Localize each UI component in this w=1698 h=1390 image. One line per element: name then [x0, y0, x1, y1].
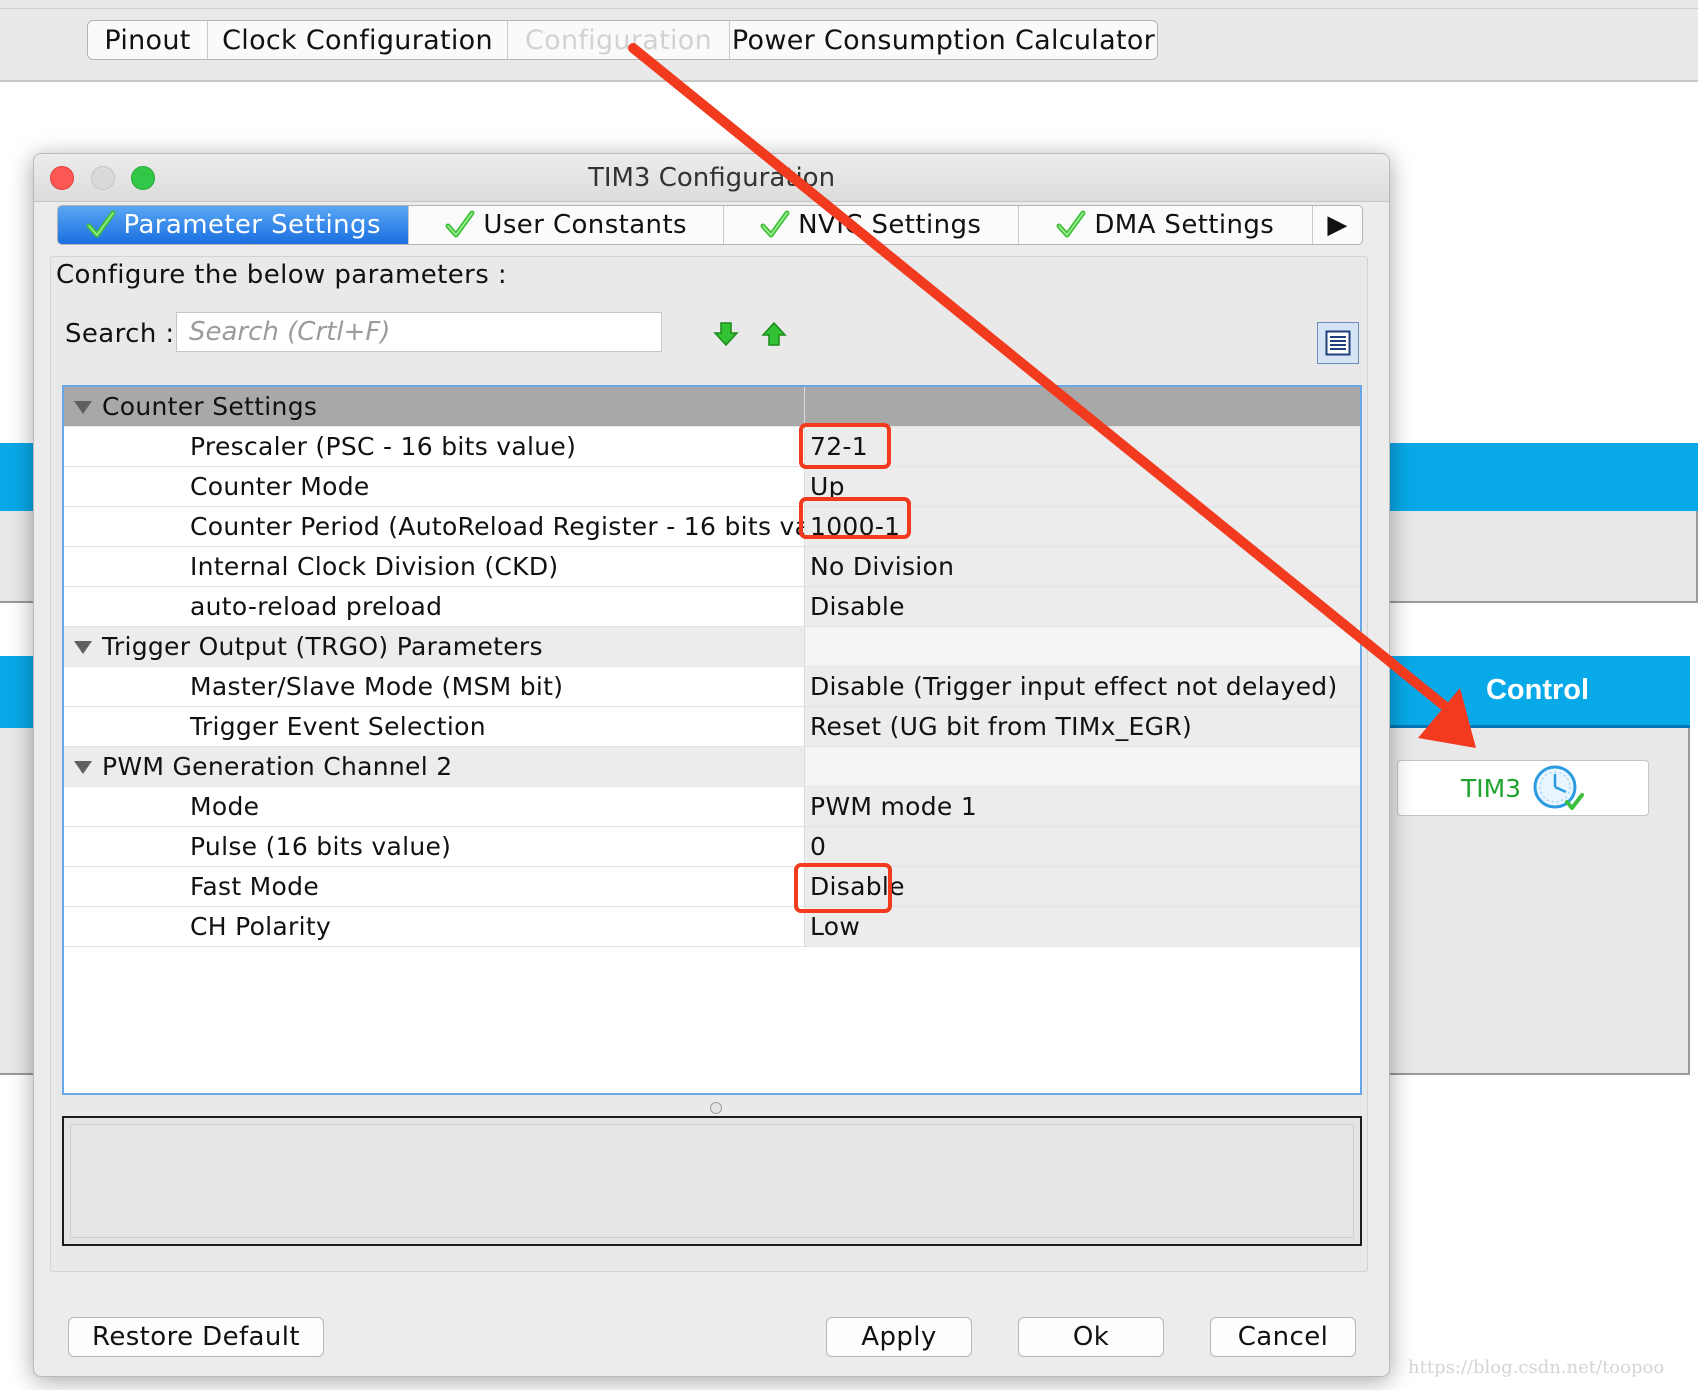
- group-row-counter-settings[interactable]: Counter Settings: [64, 387, 1360, 427]
- group-label: PWM Generation Channel 2: [102, 752, 453, 781]
- table-row[interactable]: Master/Slave Mode (MSM bit) Disable (Tri…: [64, 667, 1360, 707]
- param-value[interactable]: Disable (Trigger input effect not delaye…: [805, 667, 1360, 707]
- tab-label: NVIC Settings: [798, 210, 982, 240]
- control-panel: TIM3: [1385, 728, 1690, 1075]
- param-value[interactable]: PWM mode 1: [805, 787, 1360, 827]
- group-label: Counter Settings: [102, 392, 318, 421]
- table-row[interactable]: Trigger Event Selection Reset (UG bit fr…: [64, 707, 1360, 747]
- tab-pinout[interactable]: Pinout: [88, 21, 208, 59]
- splitter-handle[interactable]: [710, 1102, 722, 1114]
- tab-label: DMA Settings: [1094, 210, 1275, 240]
- parameter-table: Counter Settings Prescaler (PSC - 16 bit…: [62, 385, 1362, 1095]
- group-label: Trigger Output (TRGO) Parameters: [102, 632, 543, 661]
- table-row[interactable]: CH Polarity Low: [64, 907, 1360, 947]
- dialog-title: TIM3 Configuration: [587, 163, 836, 193]
- cancel-button[interactable]: Cancel: [1210, 1317, 1356, 1357]
- arrow-down-green-icon[interactable]: [712, 320, 740, 348]
- app-toolbar: Pinout Clock Configuration Configuration…: [0, 0, 1698, 82]
- check-icon: [445, 210, 475, 238]
- apply-button[interactable]: Apply: [826, 1317, 972, 1357]
- clock-icon: [1533, 765, 1585, 810]
- param-name: auto-reload preload: [64, 587, 805, 627]
- param-name: Pulse (16 bits value): [64, 827, 805, 867]
- background-panel-header: [1385, 443, 1698, 511]
- instruction-label: Configure the below parameters :: [56, 260, 508, 290]
- arrow-up-green-icon[interactable]: [760, 320, 788, 348]
- background-panel-body: [1385, 511, 1698, 603]
- param-name: Prescaler (PSC - 16 bits value): [64, 427, 805, 467]
- param-name: Mode: [64, 787, 805, 827]
- main-tab-bar: Pinout Clock Configuration Configuration…: [87, 20, 1158, 60]
- param-value[interactable]: Reset (UG bit from TIMx_EGR): [805, 707, 1360, 747]
- search-label: Search :: [65, 319, 175, 349]
- table-row[interactable]: Mode PWM mode 1: [64, 787, 1360, 827]
- table-row[interactable]: Internal Clock Division (CKD) No Divisio…: [64, 547, 1360, 587]
- list-view-icon: [1325, 330, 1351, 356]
- param-value[interactable]: Disable: [805, 587, 1360, 627]
- check-icon: [760, 210, 790, 238]
- ok-button[interactable]: Ok: [1018, 1317, 1164, 1357]
- table-row[interactable]: Counter Period (AutoReload Register - 16…: [64, 507, 1360, 547]
- param-name: Internal Clock Division (CKD): [64, 547, 805, 587]
- tab-configuration[interactable]: Configuration: [508, 21, 730, 59]
- restore-default-button[interactable]: Restore Default: [68, 1317, 324, 1357]
- tim3-configuration-dialog: TIM3 Configuration Parameter Settings Us…: [33, 153, 1390, 1377]
- tab-power-consumption-calculator[interactable]: Power Consumption Calculator: [730, 21, 1157, 59]
- table-row[interactable]: auto-reload preload Disable: [64, 587, 1360, 627]
- param-value[interactable]: Up: [805, 467, 1360, 507]
- param-value[interactable]: 72-1: [805, 427, 1360, 467]
- description-panel: [62, 1116, 1362, 1246]
- collapse-triangle-icon[interactable]: [74, 401, 92, 414]
- tim3-label: TIM3: [1460, 773, 1522, 803]
- param-name: CH Polarity: [64, 907, 805, 947]
- table-row[interactable]: Prescaler (PSC - 16 bits value) 72-1: [64, 427, 1360, 467]
- check-icon: [1056, 210, 1086, 238]
- tab-clock-configuration[interactable]: Clock Configuration: [208, 21, 508, 59]
- dialog-titlebar: TIM3 Configuration: [34, 154, 1389, 202]
- settings-tab-bar: Parameter Settings User Constants NVIC S…: [57, 205, 1363, 245]
- param-name: Master/Slave Mode (MSM bit): [64, 667, 805, 707]
- search-input[interactable]: [176, 312, 662, 352]
- check-icon: [86, 210, 116, 238]
- table-row[interactable]: Counter Mode Up: [64, 467, 1360, 507]
- collapse-triangle-icon[interactable]: [74, 761, 92, 774]
- group-row-pwm-generation-channel-2[interactable]: PWM Generation Channel 2: [64, 747, 1360, 787]
- param-name: Trigger Event Selection: [64, 707, 805, 747]
- group-row-trigger-output[interactable]: Trigger Output (TRGO) Parameters: [64, 627, 1360, 667]
- tab-label: Parameter Settings: [123, 210, 381, 240]
- collapse-triangle-icon[interactable]: [74, 641, 92, 654]
- param-value[interactable]: No Division: [805, 547, 1360, 587]
- watermark: https://blog.csdn.net/toopoo: [1408, 1357, 1665, 1378]
- more-tabs-arrow-icon[interactable]: ▶: [1313, 206, 1362, 244]
- tab-user-constants[interactable]: User Constants: [409, 206, 724, 244]
- param-name: Fast Mode: [64, 867, 805, 907]
- tab-dma-settings[interactable]: DMA Settings: [1019, 206, 1314, 244]
- param-value[interactable]: Low: [805, 907, 1360, 947]
- param-value[interactable]: 1000-1: [805, 507, 1360, 547]
- list-view-button[interactable]: [1317, 322, 1359, 364]
- param-value[interactable]: Disable: [805, 867, 1360, 907]
- tim3-button[interactable]: TIM3: [1397, 760, 1649, 816]
- tab-parameter-settings[interactable]: Parameter Settings: [58, 206, 410, 244]
- param-name: Counter Period (AutoReload Register - 16…: [64, 507, 805, 547]
- param-name: Counter Mode: [64, 467, 805, 507]
- table-row[interactable]: Pulse (16 bits value) 0: [64, 827, 1360, 867]
- table-row[interactable]: Fast Mode Disable: [64, 867, 1360, 907]
- control-panel-header: Control: [1385, 656, 1690, 728]
- param-value[interactable]: 0: [805, 827, 1360, 867]
- tab-nvic-settings[interactable]: NVIC Settings: [724, 206, 1019, 244]
- tab-label: User Constants: [483, 210, 687, 240]
